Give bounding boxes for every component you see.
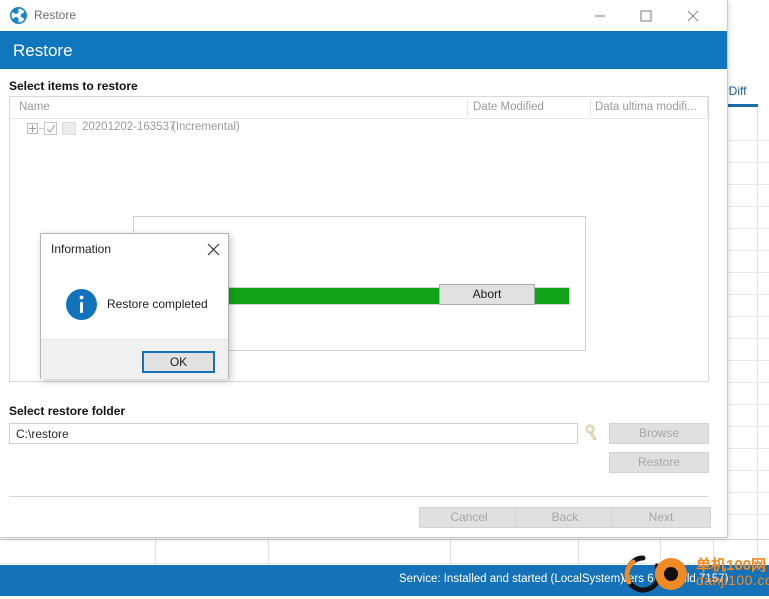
- status-service-text: Service: Installed and started (LocalSys…: [399, 573, 624, 585]
- ok-button[interactable]: OK: [142, 351, 215, 373]
- back-button[interactable]: Back: [515, 507, 615, 528]
- row-checkbox[interactable]: [44, 122, 57, 135]
- restore-folder-label: Select restore folder: [9, 404, 126, 418]
- background-grid-line: [155, 537, 156, 565]
- minimize-button[interactable]: [578, 0, 623, 31]
- checkmark-icon: [46, 124, 56, 134]
- restore-button[interactable]: Restore: [609, 452, 709, 473]
- info-icon: [66, 289, 97, 320]
- background-grid-line: [0, 539, 769, 540]
- background-status-bar: Service: Installed and started (LocalSys…: [0, 565, 769, 596]
- dialog-close-button[interactable]: [199, 234, 229, 262]
- tree-column-header: Name Date Modified Data ultima modifi...: [10, 97, 708, 119]
- folder-icon: [62, 122, 76, 135]
- close-icon: [207, 243, 220, 256]
- row-kind-label: (Incremental): [172, 121, 240, 133]
- column-header-data-ultima: Data ultima modifi...: [595, 101, 697, 113]
- title-bar: Restore: [0, 0, 727, 31]
- column-header-date-modified: Date Modified: [473, 101, 544, 113]
- maximize-button[interactable]: [624, 0, 669, 31]
- browse-button[interactable]: Browse: [609, 423, 709, 444]
- column-divider[interactable]: [707, 99, 708, 116]
- window-title: Restore: [34, 8, 77, 22]
- background-grid-line: [450, 537, 451, 565]
- dialog-footer: OK: [41, 339, 228, 379]
- table-row[interactable]: 20201202-163537 (Incremental): [10, 119, 708, 139]
- column-header-name: Name: [19, 101, 50, 113]
- information-dialog: Information Restore completed OK: [40, 233, 229, 379]
- status-version-text: Vers 6.4 (Build 7157): [621, 573, 729, 585]
- next-button[interactable]: Next: [611, 507, 711, 528]
- minimize-icon: [595, 15, 605, 17]
- key-icon[interactable]: [584, 424, 600, 442]
- background-grid-line: [757, 108, 758, 565]
- maximize-icon: [640, 10, 652, 22]
- dialog-body: Restore completed: [41, 262, 228, 339]
- expand-plus-icon[interactable]: [27, 123, 38, 134]
- column-divider[interactable]: [590, 99, 591, 116]
- background-grid-line: [0, 563, 769, 564]
- app-icon: [10, 7, 27, 24]
- background-grid-line: [268, 537, 269, 565]
- cancel-button[interactable]: Cancel: [419, 507, 519, 528]
- close-icon: [687, 10, 699, 22]
- background-grid-line: [660, 537, 661, 565]
- dialog-title: Information: [51, 242, 112, 256]
- dialog-message: Restore completed: [107, 297, 208, 311]
- footer-divider: [9, 496, 709, 497]
- page-header-band: Restore: [0, 31, 727, 69]
- row-name-label: 20201202-163537: [82, 121, 176, 133]
- restore-folder-input[interactable]: [9, 423, 578, 444]
- abort-button[interactable]: Abort: [439, 284, 535, 305]
- select-items-label: Select items to restore: [9, 79, 138, 93]
- close-button[interactable]: [671, 0, 716, 31]
- page-title: Restore: [13, 41, 73, 60]
- column-divider[interactable]: [467, 99, 468, 116]
- background-grid-line: [578, 537, 579, 565]
